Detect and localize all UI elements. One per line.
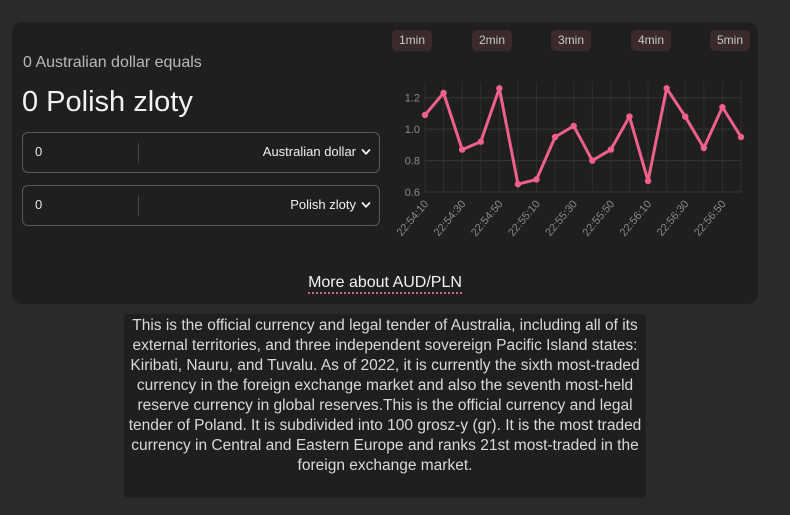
to-amount-row: Polish zloty (22, 185, 380, 226)
rate-data-point (477, 138, 484, 145)
x-tick-label: 22:56:50 (692, 198, 729, 239)
rate-series-line (423, 86, 743, 186)
to-currency-label: Polish zloty (290, 197, 356, 212)
timeframe-3min-button[interactable]: 3min (551, 30, 592, 51)
rate-line-chart: 0.60.81.01.222:54:10 22:54:30 22:54:50 22:5… (395, 82, 745, 239)
to-currency-select[interactable]: Polish zloty (290, 197, 371, 212)
rate-data-point (737, 133, 745, 141)
rate-data-point (700, 144, 708, 152)
x-tick-label: 22:55:30 (543, 198, 580, 239)
input-divider (138, 196, 139, 216)
rate-data-point (644, 177, 652, 185)
from-amount-input[interactable] (35, 144, 135, 159)
x-tick-label: 22:54:50 (469, 198, 506, 239)
x-tick-label: 22:55:10 (506, 198, 543, 239)
rate-data-point (440, 89, 447, 97)
to-amount-input[interactable] (35, 197, 135, 212)
rate-data-point (496, 85, 503, 92)
from-currency-label: Australian dollar (262, 144, 356, 159)
currency-description: This is the official currency and legal … (124, 314, 646, 498)
rate-data-point (514, 180, 522, 188)
rate-data-point (626, 113, 633, 120)
rate-data-point (570, 122, 577, 130)
rate-data-point (663, 85, 670, 92)
y-tick-label: 0.6 (405, 187, 420, 199)
rate-data-point (458, 146, 466, 153)
input-divider (138, 143, 139, 163)
more-about-link-wrapper: More about AUD/PLN (12, 274, 758, 294)
x-tick-label: 22:54:10 (395, 198, 432, 239)
timeframe-5min-button[interactable]: 5min (710, 30, 751, 51)
rate-data-point (589, 157, 596, 164)
equals-label: 0 Australian dollar equals (23, 54, 202, 71)
x-tick-label: 22:55:50 (580, 198, 617, 239)
chevron-down-icon (361, 201, 371, 208)
rate-data-point (607, 146, 615, 153)
chevron-down-icon (361, 148, 371, 155)
rate-data-point (533, 176, 540, 183)
converter-card: 0 Australian dollar equals 0 Polish zlot… (12, 22, 758, 304)
rate-data-point (719, 103, 726, 111)
rate-data-point (682, 113, 689, 120)
more-about-link[interactable]: More about AUD/PLN (308, 274, 462, 294)
conversion-result: 0 Polish zloty (22, 86, 193, 118)
y-tick-label: 1.0 (405, 124, 420, 136)
rate-data-point (421, 111, 429, 119)
timeframe-2min-button[interactable]: 2min (472, 30, 513, 51)
x-tick-label: 22:56:30 (655, 198, 692, 239)
rate-data-point (551, 133, 559, 141)
from-amount-row: Australian dollar (22, 132, 380, 173)
timeframe-4min-button[interactable]: 4min (631, 30, 672, 51)
y-tick-label: 1.2 (405, 93, 420, 105)
x-tick-label: 22:54:30 (432, 198, 469, 239)
x-tick-label: 22:56:10 (618, 198, 655, 239)
y-tick-label: 0.8 (405, 156, 420, 168)
from-currency-select[interactable]: Australian dollar (263, 144, 371, 159)
timeframe-1min-button[interactable]: 1min (392, 30, 433, 51)
